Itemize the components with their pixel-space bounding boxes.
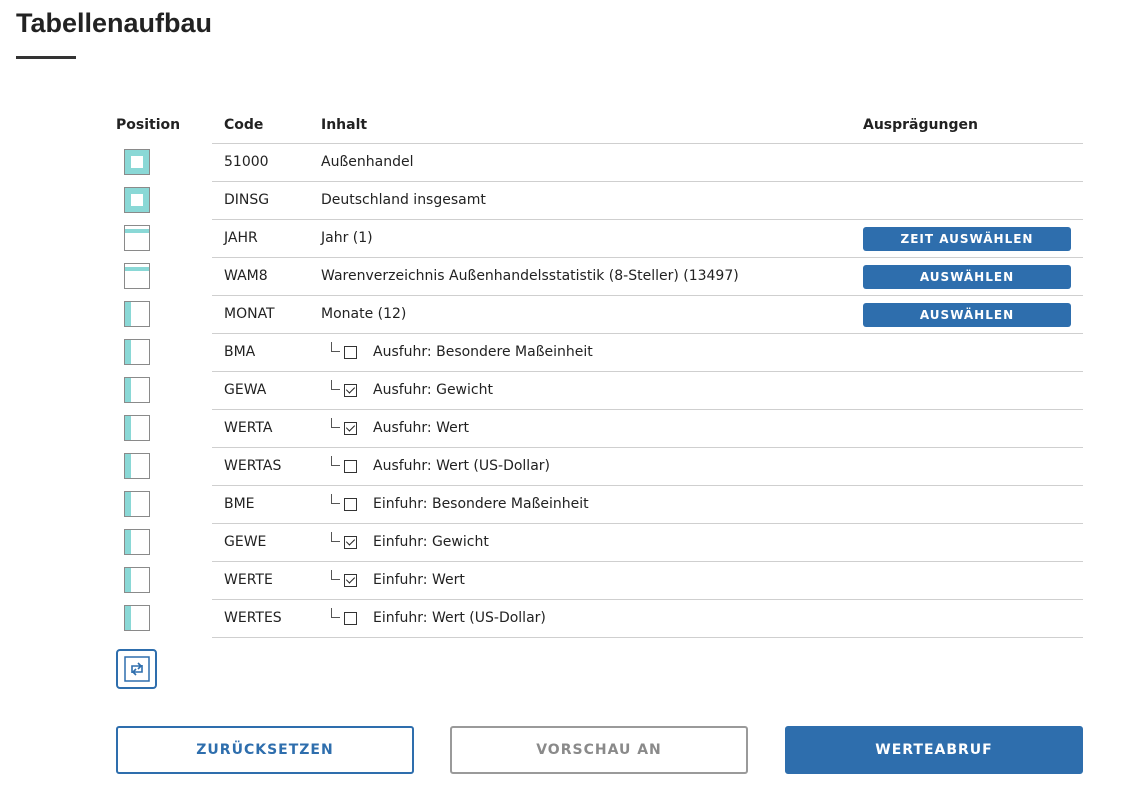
value-checkbox[interactable] [344,422,357,435]
value-checkbox[interactable] [344,498,357,511]
table-row: GEWE Einfuhr: Gewicht [0,524,1139,562]
row-code: WERTA [224,420,273,436]
tree-connector [331,608,340,618]
table-row: GEWA Ausfuhr: Gewicht [0,372,1139,410]
row-inhalt: Einfuhr: Wert (US-Dollar) [373,610,546,626]
row-code: WERTE [224,572,273,588]
tree-connector [331,380,340,390]
row-code: GEWE [224,534,267,550]
row-inhalt: Einfuhr: Wert [373,572,465,588]
table-row: WAM8 Warenverzeichnis Außenhandelsstatist… [0,258,1139,296]
value-checkbox[interactable] [344,612,357,625]
tree-connector [331,570,340,580]
value-checkbox[interactable] [344,346,357,359]
fetch-values-button[interactable]: WERTEABRUF [785,726,1083,774]
position-handle[interactable] [124,149,150,175]
row-inhalt: Warenverzeichnis Außenhandelsstatistik (… [321,268,739,284]
header-inhalt: Inhalt [321,117,368,133]
header-auspraegungen: Ausprägungen [863,117,978,133]
table-row: BMA Ausfuhr: Besondere Maßeinheit [0,334,1139,372]
row-code: DINSG [224,192,270,208]
preview-button[interactable]: VORSCHAU AN [450,726,748,774]
row-divider [212,637,1083,638]
row-code: WERTES [224,610,282,626]
position-handle[interactable] [124,187,150,213]
row-inhalt: Ausfuhr: Gewicht [373,382,493,398]
value-checkbox[interactable] [344,536,357,549]
row-code: WAM8 [224,268,268,284]
position-handle[interactable] [124,567,150,593]
row-code: BMA [224,344,256,360]
table-row: BME Einfuhr: Besondere Maßeinheit [0,486,1139,524]
table-row: WERTE Einfuhr: Wert [0,562,1139,600]
position-handle[interactable] [124,453,150,479]
select-button[interactable]: AUSWÄHLEN [863,303,1071,327]
row-inhalt: Deutschland insgesamt [321,192,486,208]
value-checkbox[interactable] [344,574,357,587]
table-row: MONAT Monate (12) AUSWÄHLEN [0,296,1139,334]
swap-axes-button[interactable] [116,649,157,689]
title-underline [16,56,76,59]
row-code: WERTAS [224,458,282,474]
row-code: MONAT [224,306,275,322]
position-handle[interactable] [124,263,150,289]
row-code: 51000 [224,154,269,170]
table-row: WERTA Ausfuhr: Wert [0,410,1139,448]
row-inhalt: Einfuhr: Besondere Maßeinheit [373,496,589,512]
tree-connector [331,418,340,428]
value-checkbox[interactable] [344,384,357,397]
tree-connector [331,494,340,504]
row-code: GEWA [224,382,267,398]
table-row: JAHR Jahr (1) ZEIT AUSWÄHLEN [0,220,1139,258]
position-handle[interactable] [124,605,150,631]
tree-connector [331,342,340,352]
row-inhalt: Ausfuhr: Besondere Maßeinheit [373,344,593,360]
page-title: Tabellenaufbau [16,8,213,38]
table-row: DINSG Deutschland insgesamt [0,182,1139,220]
row-inhalt: Einfuhr: Gewicht [373,534,489,550]
swap-arrows-icon [123,656,150,682]
value-checkbox[interactable] [344,460,357,473]
table-row: 51000 Außenhandel [0,144,1139,182]
position-handle[interactable] [124,225,150,251]
header-code: Code [224,117,264,133]
row-inhalt: Jahr (1) [321,230,373,246]
position-handle[interactable] [124,491,150,517]
reset-button[interactable]: ZURÜCKSETZEN [116,726,414,774]
row-inhalt: Monate (12) [321,306,407,322]
row-inhalt: Außenhandel [321,154,414,170]
select-button[interactable]: AUSWÄHLEN [863,265,1071,289]
position-handle[interactable] [124,377,150,403]
row-code: BME [224,496,255,512]
header-position: Position [116,117,181,133]
tree-connector [331,456,340,466]
position-handle[interactable] [124,301,150,327]
row-inhalt: Ausfuhr: Wert [373,420,469,436]
select-time-button[interactable]: ZEIT AUSWÄHLEN [863,227,1071,251]
row-code: JAHR [224,230,258,246]
position-handle[interactable] [124,529,150,555]
tree-connector [331,532,340,542]
table-row: WERTAS Ausfuhr: Wert (US-Dollar) [0,448,1139,486]
table-row: WERTES Einfuhr: Wert (US-Dollar) [0,600,1139,638]
position-handle[interactable] [124,415,150,441]
row-inhalt: Ausfuhr: Wert (US-Dollar) [373,458,550,474]
position-handle[interactable] [124,339,150,365]
